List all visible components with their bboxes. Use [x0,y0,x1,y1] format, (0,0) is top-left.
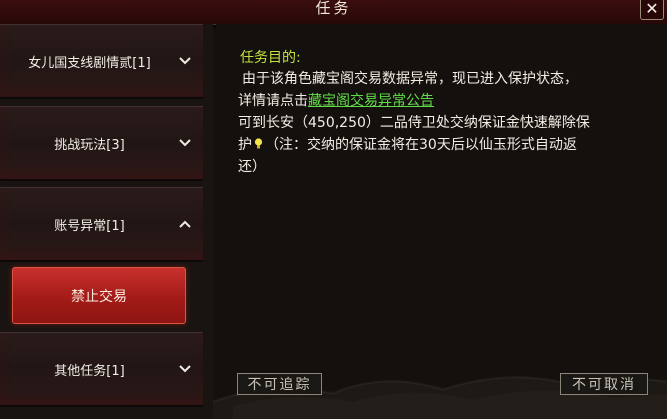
category-item-storyline[interactable]: 女儿国支线剧情贰[1] [0,24,203,99]
task-objective-heading: 任务目的: [240,50,301,66]
category-label: 账号异常[1] [54,218,125,234]
cancel-task-button[interactable]: 不可取消 [560,373,648,395]
description-text: 详情请点击 [238,93,308,109]
lightbulb-icon[interactable] [254,137,263,151]
close-button[interactable]: ✕ [640,0,664,20]
task-description: 由于该角色藏宝阁交易数据异常，现已进入保护状态， 详情请点击藏宝阁交易异常公告 … [238,68,643,178]
task-label: 禁止交易 [71,288,127,305]
title-bar: 任务 ✕ [0,0,667,25]
chevron-down-icon [177,135,193,151]
description-text: 护 [238,137,252,153]
category-label: 挑战玩法[3] [54,137,125,153]
anomaly-notice-link[interactable]: 藏宝阁交易异常公告 [308,93,434,109]
category-label: 女儿国支线剧情贰[1] [28,55,151,71]
description-line: 还） [238,159,266,175]
window-title: 任务 [315,0,352,17]
description-line: 详情请点击藏宝阁交易异常公告 [238,90,643,112]
category-item-other[interactable]: 其他任务[1] [0,332,203,407]
description-line: 护 （注：交纳的保证金将在30天后以仙玉形式自动返 [238,134,643,156]
category-item-account-anomaly[interactable]: 账号异常[1] [0,187,203,262]
description-line: 可到长安（450,250）二品侍卫处交纳保证金快速解除保 [238,115,590,131]
description-text: （注：交纳的保证金将在30天后以仙玉形式自动返 [265,137,577,153]
category-label: 其他任务[1] [54,363,125,379]
description-line: 由于该角色藏宝阁交易数据异常，现已进入保护状态， [242,71,578,87]
task-item-trade-ban[interactable]: 禁止交易 [12,267,186,324]
close-icon: ✕ [645,0,659,18]
category-item-challenge[interactable]: 挑战玩法[3] [0,106,203,181]
track-button[interactable]: 不可追踪 [237,373,322,395]
chevron-down-icon [177,361,193,377]
chevron-down-icon [177,53,193,69]
chevron-up-icon [177,216,193,232]
